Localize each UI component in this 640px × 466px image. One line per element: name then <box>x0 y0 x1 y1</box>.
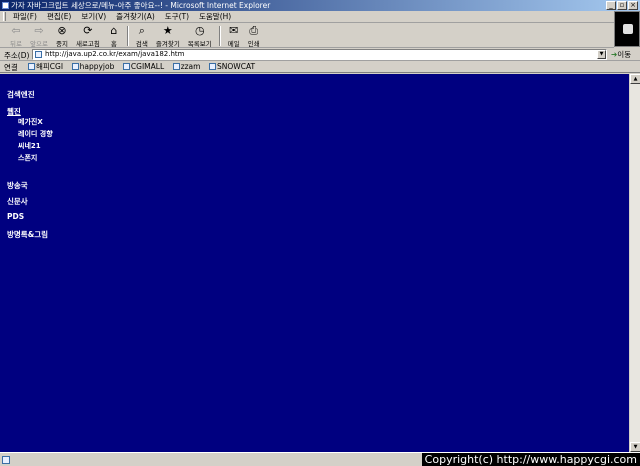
menu-guestbook[interactable]: 방명록&그림 <box>7 229 48 240</box>
standard-toolbar: ⇦ 뒤로 ⇨ 앞으로 ⊗ 중지 ⟳ 새로고침 ⌂ 홈 ⌕ 검색 ★ 즐겨찾기 ◷ 목록보기 ✉ 메… <box>0 24 614 48</box>
submenu-megazine-x[interactable]: 메가진X <box>18 117 43 127</box>
link-page-icon <box>172 63 180 70</box>
submenu-cine21[interactable]: 씨네21 <box>18 141 41 151</box>
go-label: 이동 <box>617 50 632 59</box>
menu-broadcast[interactable]: 방송국 <box>7 180 28 191</box>
back-button[interactable]: ⇦ 뒤로 <box>6 24 26 49</box>
windows-logo-icon <box>623 24 633 34</box>
forward-arrow-icon: ⇨ <box>34 24 44 37</box>
menu-view[interactable]: 보기(V) <box>76 11 111 23</box>
refresh-icon: ⟳ <box>83 24 93 37</box>
history-button[interactable]: ◷ 목록보기 <box>184 24 216 49</box>
mail-icon: ✉ <box>229 24 239 37</box>
menu-file[interactable]: 파일(F) <box>8 11 42 23</box>
menu-grip <box>3 12 6 21</box>
toolbar-separator <box>126 26 129 46</box>
search-icon: ⌕ <box>138 24 145 37</box>
menu-tools[interactable]: 도구(T) <box>160 11 194 23</box>
link-happyjob[interactable]: happyjob <box>71 61 115 72</box>
toolbar-separator <box>218 26 221 46</box>
stop-button[interactable]: ⊗ 중지 <box>52 24 72 49</box>
links-label: 연결 <box>4 63 18 72</box>
stop-label: 중지 <box>55 40 68 48</box>
link-page-icon <box>122 63 130 70</box>
stop-icon: ⊗ <box>57 24 67 37</box>
minimize-button[interactable]: _ <box>606 1 616 10</box>
link-label: SNOWCAT <box>217 62 256 71</box>
vertical-scrollbar[interactable]: ▲ ▼ <box>629 74 640 452</box>
print-label: 인쇄 <box>247 40 260 48</box>
home-label: 홈 <box>110 40 117 48</box>
page-content: 검색엔진 웹진 메가진X 레이디 경향 씨네21 스폰지 방송국 신문사 PDS… <box>0 74 629 452</box>
link-label: 해피CGI <box>36 62 64 71</box>
link-label: zzam <box>180 62 201 71</box>
search-button[interactable]: ⌕ 검색 <box>132 24 152 49</box>
menu-newspaper[interactable]: 신문사 <box>7 196 28 207</box>
refresh-button[interactable]: ⟳ 새로고침 <box>72 24 104 49</box>
window-titlebar: 가자 자바그크립트 세상으로/메뉴-아주 좋아요--! - Microsoft … <box>0 0 640 11</box>
mail-button[interactable]: ✉ 메일 <box>224 24 244 49</box>
copyright-watermark: Copyright(c) http://www.happycgi.com <box>421 453 640 466</box>
menu-webzine[interactable]: 웹진 <box>7 106 21 117</box>
submenu-sponge[interactable]: 스폰지 <box>18 153 37 163</box>
status-page-icon <box>2 456 10 464</box>
address-url: http://java.up2.co.kr/exam/java182.htm <box>45 50 185 58</box>
forward-button[interactable]: ⇨ 앞으로 <box>26 24 52 49</box>
link-cgimall[interactable]: CGIMALL <box>122 61 165 72</box>
link-label: happyjob <box>79 62 115 71</box>
mail-label: 메일 <box>227 40 240 48</box>
link-happycgi[interactable]: 해피CGI <box>28 61 63 72</box>
link-page-icon <box>209 63 217 70</box>
menu-help[interactable]: 도움말(H) <box>194 11 236 23</box>
link-page-icon <box>71 63 79 70</box>
forward-label: 앞으로 <box>30 40 48 48</box>
close-button[interactable]: × <box>628 1 638 10</box>
page-icon <box>35 51 42 58</box>
favorites-button[interactable]: ★ 즐겨찾기 <box>152 24 184 49</box>
home-icon: ⌂ <box>110 24 118 37</box>
links-list: 해피CGI happyjob CGIMALL zzam SNOWCAT <box>28 61 261 72</box>
go-button[interactable]: ➔이동 <box>611 49 631 60</box>
home-button[interactable]: ⌂ 홈 <box>104 24 124 49</box>
menu-favorites[interactable]: 즐겨찾기(A) <box>111 11 160 23</box>
search-label: 검색 <box>135 40 148 48</box>
history-label: 목록보기 <box>187 40 212 48</box>
link-snowcat[interactable]: SNOWCAT <box>209 61 255 72</box>
back-label: 뒤로 <box>10 40 22 48</box>
scroll-down-button[interactable]: ▼ <box>630 442 640 452</box>
address-dropdown-button[interactable]: ▼ <box>597 50 606 59</box>
refresh-label: 새로고침 <box>75 40 100 48</box>
submenu-lady-kyunghyang[interactable]: 레이디 경향 <box>18 129 53 139</box>
window-controls: _ ▫ × <box>606 1 638 10</box>
history-icon: ◷ <box>194 24 205 37</box>
address-label: 주소(D) <box>4 51 30 60</box>
menu-search-engine[interactable]: 검색엔진 <box>7 89 35 100</box>
links-bar: 연결 해피CGI happyjob CGIMALL zzam SNOWCAT <box>0 61 640 73</box>
link-page-icon <box>28 63 35 70</box>
scroll-up-button[interactable]: ▲ <box>630 74 640 84</box>
menu-pds[interactable]: PDS <box>7 212 24 221</box>
back-arrow-icon: ⇦ <box>11 24 21 37</box>
menu-bar: 파일(F) 편집(E) 보기(V) 즐겨찾기(A) 도구(T) 도움말(H) <box>0 11 640 23</box>
status-bar: Copyright(c) http://www.happycgi.com <box>0 452 640 466</box>
link-zzam[interactable]: zzam <box>172 61 201 72</box>
favorites-label: 즐겨찾기 <box>155 40 180 48</box>
print-icon: ⎙ <box>249 24 259 37</box>
maximize-button[interactable]: ▫ <box>617 1 627 10</box>
link-label: CGIMALL <box>130 62 165 71</box>
menu-edit[interactable]: 편집(E) <box>42 11 76 23</box>
address-input[interactable]: http://java.up2.co.kr/exam/java182.htm <box>32 49 607 60</box>
print-button[interactable]: ⎙ 인쇄 <box>244 24 264 49</box>
ie-app-icon <box>2 2 9 9</box>
window-title: 가자 자바그크립트 세상으로/메뉴-아주 좋아요--! - Microsoft … <box>11 1 271 10</box>
ie-throbber <box>614 11 640 47</box>
address-bar: 주소(D) http://java.up2.co.kr/exam/java182… <box>0 48 640 61</box>
favorites-icon: ★ <box>162 24 173 37</box>
